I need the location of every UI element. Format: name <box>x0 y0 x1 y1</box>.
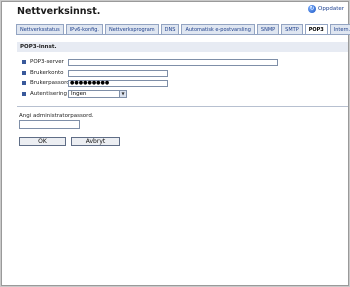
auth-select-value: Ingen <box>71 91 87 97</box>
account-row: Brukerkonto <box>22 69 168 77</box>
refresh-button[interactable]: ↻ Oppdater <box>308 5 344 13</box>
account-label: Brukerkonto <box>30 70 64 76</box>
tab-underline <box>16 34 349 35</box>
admin-password-label: Angi administratorpassord. <box>19 113 94 119</box>
bullet-icon <box>22 60 26 64</box>
refresh-icon: ↻ <box>308 5 317 13</box>
bullet-icon <box>22 92 26 96</box>
account-input[interactable] <box>68 69 168 77</box>
page-frame: Nettverksinnst. ↻ Oppdater Nettverksstat… <box>1 1 350 286</box>
password-label: Brukerpassord <box>30 80 70 86</box>
password-row: Brukerpassord ●●●●●●●●● <box>22 79 168 87</box>
cancel-button[interactable]: Avbryt <box>71 137 120 146</box>
server-label: POP3-server <box>30 59 64 65</box>
section-title: POP3-innst. <box>17 42 348 52</box>
bullet-icon <box>22 71 26 75</box>
auth-row: Autentisering Ingen ▼ <box>22 90 127 98</box>
auth-select[interactable]: Ingen ▼ <box>68 90 127 98</box>
page-title: Nettverksinnst. <box>17 6 101 17</box>
divider <box>17 106 348 107</box>
auth-label: Autentisering <box>30 91 67 97</box>
bullet-icon <box>22 81 26 85</box>
refresh-label: Oppdater <box>318 6 344 12</box>
password-input[interactable]: ●●●●●●●●● <box>68 79 168 87</box>
server-row: POP3-server <box>22 58 278 66</box>
admin-password-input[interactable] <box>19 120 80 129</box>
pop3-server-input[interactable] <box>68 58 278 66</box>
chevron-down-icon[interactable]: ▼ <box>119 91 126 97</box>
ok-button[interactable]: OK <box>19 137 66 146</box>
